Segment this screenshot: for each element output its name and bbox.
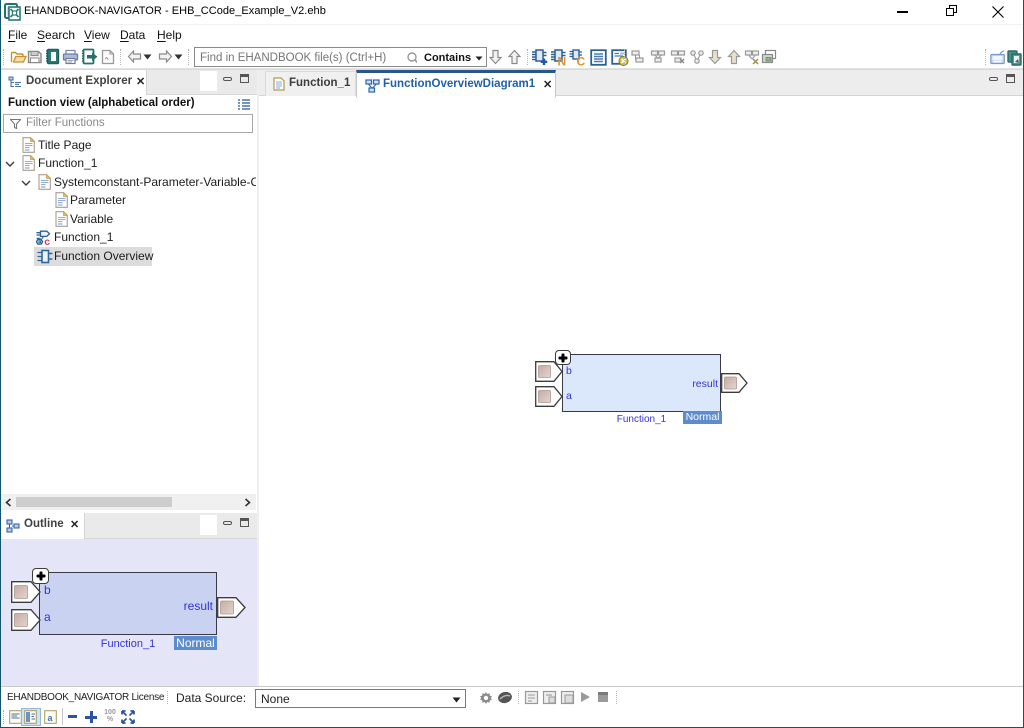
svg-text:c: c xyxy=(44,236,50,245)
svg-text:C: C xyxy=(577,55,586,68)
svg-text:N: N xyxy=(558,55,567,68)
